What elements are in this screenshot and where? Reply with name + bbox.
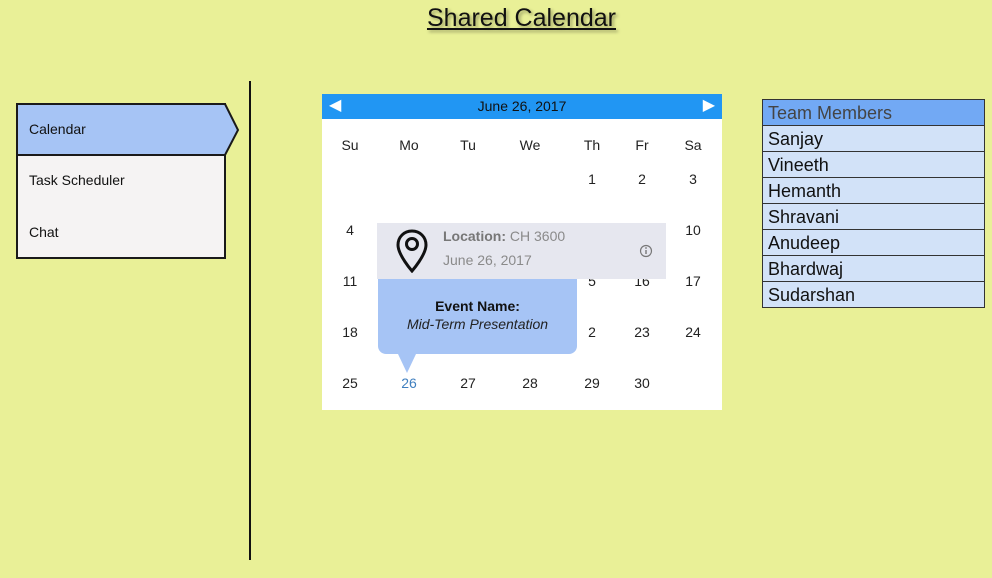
calendar-day[interactable]: 11	[343, 273, 358, 289]
calendar-day[interactable]: 3	[689, 171, 697, 187]
calendar-day[interactable]: 24	[685, 324, 701, 340]
team-members-list: Sanjay Vineeth Hemanth Shravani Anudeep Bhard…	[763, 126, 984, 307]
page-title: Shared Calendar	[426, 4, 616, 32]
calendar-day[interactable]: 28	[522, 375, 538, 391]
calendar-month-label: June 26, 2017	[477, 98, 567, 114]
vertical-divider	[249, 81, 251, 560]
prev-month-icon[interactable]: ◀	[329, 94, 341, 118]
location-date: June 26, 2017	[443, 252, 532, 268]
calendar-header: ◀ June 26, 2017 ▶	[322, 94, 722, 119]
nav-item-task-scheduler[interactable]: Task Scheduler	[29, 172, 125, 188]
team-member-row[interactable]: Bhardwaj	[763, 256, 984, 282]
team-member-row[interactable]: Vineeth	[763, 152, 984, 178]
calendar-day[interactable]: 23	[634, 324, 650, 340]
weekday-label: Su	[341, 137, 359, 153]
calendar-day[interactable]: 1	[588, 171, 596, 187]
team-member-row[interactable]: Hemanth	[763, 178, 984, 204]
location-label: Location:	[443, 228, 506, 244]
team-members-header: Team Members	[763, 100, 984, 126]
calendar-day[interactable]: 10	[685, 222, 701, 238]
event-popup-pointer	[398, 354, 416, 373]
calendar-day[interactable]: 4	[346, 222, 354, 238]
side-navigation: Calendar Task Scheduler Chat	[16, 103, 242, 259]
map-pin-icon	[396, 229, 428, 273]
event-name-label: Event Name:	[435, 298, 520, 314]
calendar-day[interactable]: 29	[584, 375, 600, 391]
calendar-day[interactable]: 25	[342, 375, 358, 391]
team-member-row[interactable]: Sanjay	[763, 126, 984, 152]
weekday-label: Tu	[460, 137, 476, 153]
info-icon[interactable]	[639, 244, 653, 258]
calendar-day[interactable]: 2	[638, 171, 646, 187]
calendar-day[interactable]: 17	[685, 273, 701, 289]
weekday-label: Th	[583, 137, 601, 153]
calendar-day[interactable]: 27	[460, 375, 476, 391]
calendar-day[interactable]: 2	[588, 324, 596, 340]
team-member-row[interactable]: Anudeep	[763, 230, 984, 256]
team-members-panel: Team Members Sanjay Vineeth Hemanth Shravan…	[762, 99, 985, 308]
calendar-day[interactable]: 26	[401, 375, 417, 391]
calendar-day[interactable]: 30	[634, 375, 650, 391]
next-month-icon[interactable]: ▶	[703, 94, 715, 118]
event-name-value: Mid-Term Presentation	[406, 316, 549, 332]
weekday-label: Fr	[635, 137, 649, 153]
team-member-row[interactable]: Sudarshan	[763, 282, 984, 307]
location-line: Location: CH 3600	[443, 228, 565, 244]
nav-item-calendar[interactable]: Calendar	[29, 121, 86, 137]
weekday-label: Mo	[399, 137, 419, 153]
location-value: CH 3600	[509, 228, 566, 244]
calendar-day[interactable]: 18	[342, 324, 358, 340]
weekday-label: Sa	[684, 137, 702, 153]
weekday-label: We	[519, 137, 541, 153]
location-popup: Location: CH 3600 June 26, 2017	[377, 223, 666, 279]
nav-item-chat[interactable]: Chat	[29, 224, 59, 240]
event-popup: Event Name: Mid-Term Presentation	[378, 279, 577, 354]
team-member-row[interactable]: Shravani	[763, 204, 984, 230]
